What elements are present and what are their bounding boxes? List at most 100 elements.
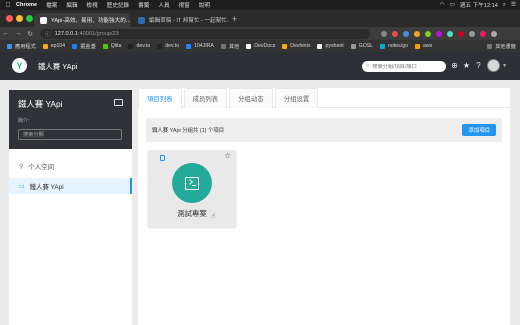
profile-icon[interactable] bbox=[480, 30, 486, 37]
minimize-window-button[interactable] bbox=[16, 15, 23, 22]
tab-members[interactable]: 成员列表 bbox=[183, 88, 228, 108]
extension-icon[interactable] bbox=[392, 30, 398, 37]
yapi-logo[interactable]: Y bbox=[12, 58, 27, 73]
search-spotlight-icon[interactable]: ⌕ bbox=[503, 2, 506, 9]
forward-icon[interactable]: → bbox=[12, 30, 24, 37]
avatar[interactable] bbox=[487, 59, 500, 72]
project-name[interactable]: 測試專案 bbox=[148, 208, 236, 219]
browser-tab-yapi[interactable]: YApi-高效、易用、功能強大的... × bbox=[34, 13, 130, 27]
bookmark-item[interactable]: ep104 bbox=[42, 43, 65, 49]
extension-icon[interactable] bbox=[447, 30, 453, 37]
bookmark-item[interactable]: notes/go bbox=[380, 43, 408, 49]
global-search[interactable]: ⌕ bbox=[362, 61, 446, 72]
menu-help[interactable]: 說明 bbox=[199, 1, 210, 9]
bookmark-label: GOSL bbox=[358, 43, 374, 49]
project-count-text: 鐵人賽 YApi 分組共 (1) 个項目 bbox=[152, 128, 225, 134]
extension-icon[interactable] bbox=[469, 30, 475, 37]
menu-history[interactable]: 歷史記錄 bbox=[107, 1, 129, 9]
maximize-window-button[interactable] bbox=[26, 15, 33, 22]
bookmark-icon bbox=[414, 43, 420, 49]
extension-icon[interactable] bbox=[403, 30, 409, 37]
close-window-button[interactable] bbox=[6, 15, 13, 22]
user-icon: ⚲ bbox=[19, 163, 24, 170]
group-search-input[interactable]: 搜索分類 bbox=[18, 129, 122, 140]
project-card[interactable]: ☆ 測試專案 ☝ bbox=[148, 150, 236, 227]
bookmark-item[interactable]: 應用程式 bbox=[7, 43, 36, 50]
star-icon[interactable]: ★ bbox=[461, 60, 472, 71]
bookmark-item[interactable]: dev.to bbox=[157, 43, 179, 49]
copy-icon[interactable] bbox=[160, 155, 165, 161]
sidebar-item-label: 个人空间 bbox=[28, 163, 54, 171]
folder-icon: ▭ bbox=[19, 183, 25, 190]
bookmark-label: dev.to bbox=[136, 43, 151, 49]
bookmark-item[interactable]: aws bbox=[414, 43, 433, 49]
menu-window[interactable]: 視窗 bbox=[179, 1, 190, 9]
bookmark-item[interactable]: 104JIRA bbox=[185, 43, 214, 49]
tab-settings[interactable]: 分组设置 bbox=[274, 88, 319, 108]
url-input[interactable]: ⓘ 127.0.0.1:40001/group/23 bbox=[40, 28, 370, 39]
chevron-down-icon[interactable]: ▼ bbox=[502, 63, 507, 69]
bookmark-item[interactable]: Qiita bbox=[102, 43, 121, 49]
star-outline-icon[interactable]: ☆ bbox=[224, 151, 231, 160]
menu-file[interactable]: 檔案 bbox=[46, 1, 57, 9]
battery-icon[interactable]: ▭ bbox=[450, 2, 455, 8]
menu-view[interactable]: 檢視 bbox=[87, 1, 98, 9]
back-icon[interactable]: ← bbox=[0, 30, 12, 37]
bookmark-label: aws bbox=[422, 43, 433, 49]
bookmark-item[interactable]: 其他 bbox=[220, 43, 239, 50]
bookmark-label: dev.to bbox=[165, 43, 179, 49]
menu-bookmarks[interactable]: 書籤 bbox=[138, 1, 149, 9]
other-bookmarks[interactable]: 其他書籤 bbox=[487, 43, 516, 50]
apple-icon[interactable]:  bbox=[0, 2, 16, 9]
star-bookmark-icon[interactable] bbox=[381, 30, 387, 37]
folder-icon bbox=[487, 43, 493, 49]
bookmark-item[interactable]: DevDocs bbox=[246, 43, 275, 49]
wifi-icon[interactable]: ◠ bbox=[440, 2, 445, 8]
menu-list-icon[interactable]: ☰ bbox=[511, 2, 516, 8]
tab-activity[interactable]: 分组动态 bbox=[229, 88, 273, 108]
extension-icon[interactable] bbox=[458, 30, 464, 37]
bookmark-item[interactable]: pysheet bbox=[317, 43, 344, 49]
breadcrumb-group[interactable]: 鐵人賽 YApi bbox=[38, 61, 77, 72]
tab-label: YApi-高效、易用、功能強大的... bbox=[51, 18, 130, 24]
add-project-button[interactable]: 添加項目 bbox=[462, 124, 496, 136]
bookmark-item[interactable]: Devhints bbox=[282, 43, 310, 49]
tab-project-list[interactable]: 項目列表 bbox=[138, 88, 182, 108]
logo-glyph: Y bbox=[16, 60, 23, 71]
ithome-favicon-icon bbox=[138, 16, 145, 24]
bookmark-icon bbox=[102, 43, 108, 49]
project-summary-bar: 鐵人賽 YApi 分組共 (1) 个項目 添加項目 bbox=[146, 118, 502, 142]
new-tab-button[interactable]: + bbox=[232, 15, 237, 24]
address-bar-row: ← → ↻ ⓘ 127.0.0.1:40001/group/23 bbox=[0, 27, 520, 40]
yapi-favicon-icon bbox=[40, 16, 47, 24]
folder-add-icon[interactable] bbox=[114, 99, 123, 106]
bookmark-icon bbox=[380, 43, 386, 49]
group-sidebar: 鐵人賽 YApi 簡介: 搜索分類 ⚲ 个人空间 ▭ 鐵人賽 YApi bbox=[9, 90, 132, 325]
menu-app[interactable]: Chrome bbox=[16, 2, 37, 8]
menu-edit[interactable]: 編輯 bbox=[66, 1, 77, 9]
bookmark-label: pysheet bbox=[325, 43, 344, 49]
project-logo[interactable] bbox=[172, 163, 212, 203]
add-icon[interactable]: ⊕ bbox=[449, 60, 460, 71]
menu-people[interactable]: 人員 bbox=[158, 1, 169, 9]
sidebar-item-personal[interactable]: ⚲ 个人空间 bbox=[9, 158, 132, 174]
bookmark-icon bbox=[350, 43, 356, 49]
bookmark-item[interactable]: GOSL bbox=[350, 43, 374, 49]
bookmark-icon bbox=[72, 43, 78, 49]
reload-icon[interactable]: ↻ bbox=[24, 30, 36, 38]
extension-icon[interactable] bbox=[436, 30, 442, 37]
search-input[interactable] bbox=[372, 63, 443, 70]
bookmark-item[interactable]: 掘金盞 bbox=[72, 43, 96, 50]
browser-tab-ithome[interactable]: 編輯草稿 - IT 邦幫忙 - 一起幫忙... × bbox=[132, 13, 228, 27]
sidebar-item-group[interactable]: ▭ 鐵人賽 YApi bbox=[9, 178, 132, 194]
info-icon[interactable]: ⓘ bbox=[45, 30, 51, 38]
sidebar-item-label: 鐵人賽 YApi bbox=[29, 183, 64, 191]
help-icon[interactable]: ? bbox=[473, 60, 484, 71]
extension-icon[interactable] bbox=[425, 30, 431, 37]
bookmark-item[interactable]: dev.to bbox=[128, 43, 150, 49]
clock[interactable]: 週五 下午12:14 bbox=[460, 1, 498, 9]
more-menu-icon[interactable] bbox=[491, 30, 497, 37]
browser-tabbar: YApi-高效、易用、功能強大的... × 編輯草稿 - IT 邦幫忙 - 一起… bbox=[0, 10, 520, 27]
apps-icon bbox=[7, 43, 12, 49]
extension-icon[interactable] bbox=[414, 30, 420, 37]
